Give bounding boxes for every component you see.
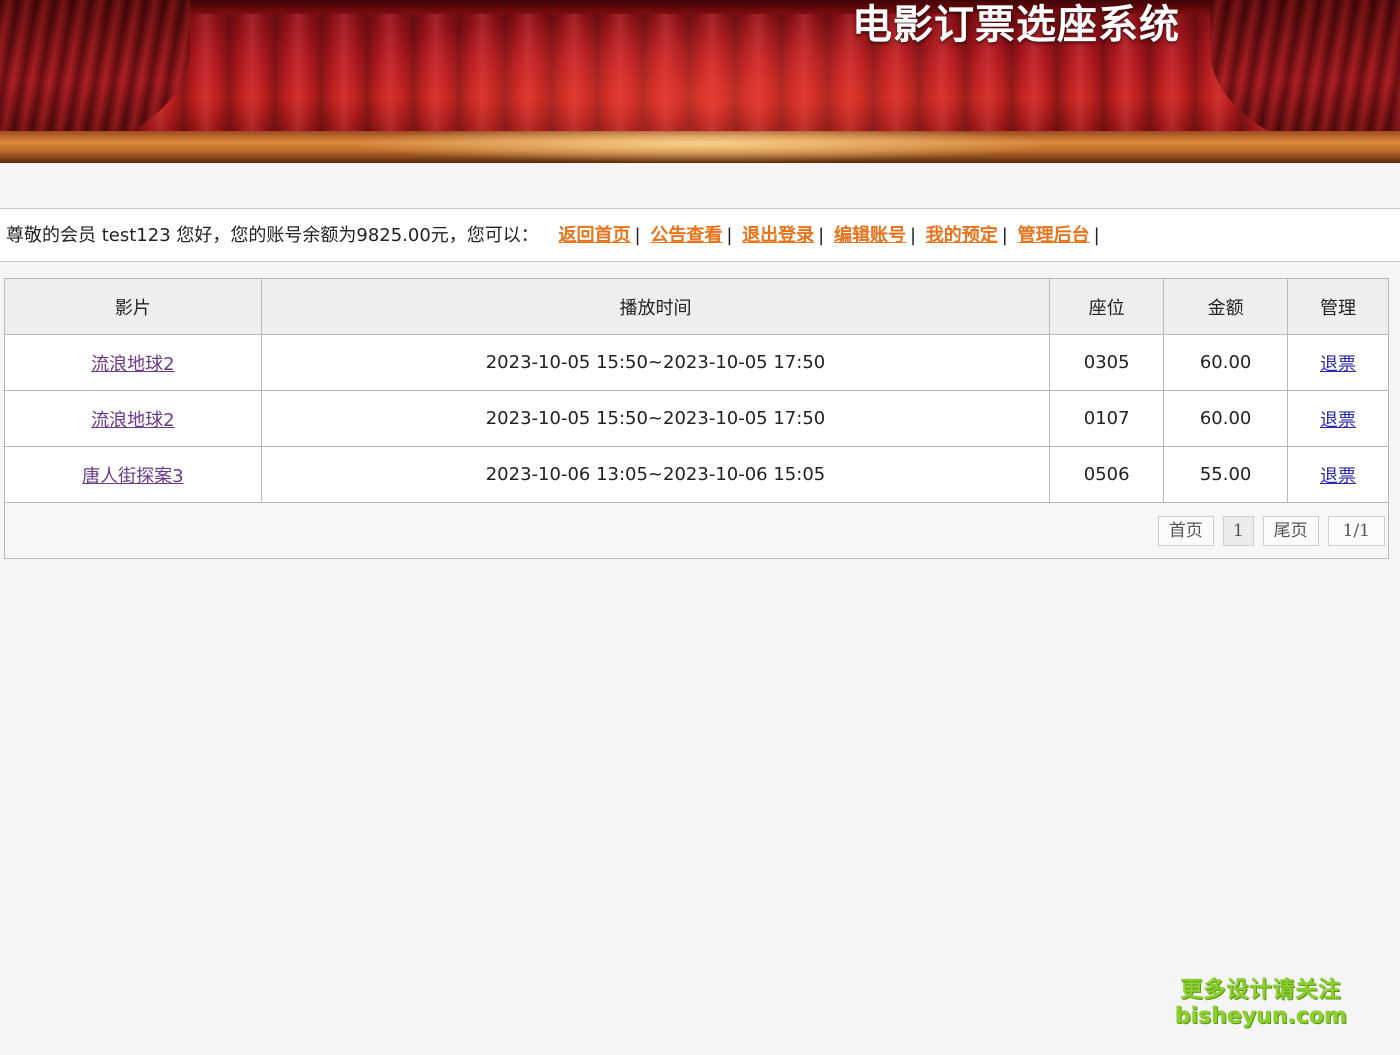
- seat-cell: 0305: [1049, 334, 1165, 391]
- welcome-bar: 尊敬的会员 test123 您好，您的账号余额为9825.00元，您可以： 返回…: [0, 208, 1400, 262]
- manage-cell: 退票: [1287, 334, 1389, 391]
- nav-link-edit-account[interactable]: 编辑账号: [834, 225, 906, 246]
- site-title: 电影订票选座系统: [852, 2, 1180, 48]
- movie-cell: 流浪地球2: [4, 334, 262, 391]
- nav-separator: |: [634, 225, 641, 246]
- nav-link-my-bookings[interactable]: 我的预定: [926, 225, 998, 246]
- seat-cell: 0107: [1049, 390, 1165, 447]
- seat-cell: 0506: [1049, 446, 1165, 503]
- curtain-valance: [0, 0, 1400, 14]
- pager-info: 1/1: [1327, 515, 1385, 546]
- column-header-manage: 管理: [1287, 278, 1389, 335]
- manage-cell: 退票: [1287, 446, 1389, 503]
- nav-link-logout[interactable]: 退出登录: [742, 225, 814, 246]
- refund-link[interactable]: 退票: [1320, 354, 1356, 375]
- refund-link[interactable]: 退票: [1320, 410, 1356, 431]
- nav-separator: |: [909, 225, 917, 246]
- table-row: 唐人街探案3 2023-10-06 13:05~2023-10-06 15:05…: [4, 446, 1389, 503]
- booking-table: 影片 播放时间 座位 金额 管理 流浪地球2 2023-10-05 15:50~…: [4, 278, 1389, 559]
- amount-cell: 60.00: [1163, 334, 1289, 391]
- nav-link-home[interactable]: 返回首页: [559, 225, 631, 246]
- movie-cell: 唐人街探案3: [4, 446, 262, 503]
- pager-last-button[interactable]: 尾页: [1262, 515, 1319, 546]
- refund-link[interactable]: 退票: [1320, 466, 1356, 487]
- pager-current-page[interactable]: 1: [1222, 515, 1254, 546]
- nav-separator: |: [1093, 225, 1100, 246]
- welcome-greeting: 尊敬的会员 test123 您好，您的账号余额为9825.00元，您可以：: [6, 225, 539, 246]
- column-header-showtime: 播放时间: [260, 278, 1051, 335]
- nav-separator: |: [1001, 225, 1008, 246]
- movie-cell: 流浪地球2: [4, 390, 262, 447]
- movie-link[interactable]: 唐人街探案3: [82, 466, 183, 487]
- manage-cell: 退票: [1287, 390, 1389, 447]
- showtime-cell: 2023-10-05 15:50~2023-10-05 17:50: [260, 334, 1051, 391]
- nav-separator: |: [818, 225, 825, 246]
- table-row: 流浪地球2 2023-10-05 15:50~2023-10-05 17:50 …: [4, 390, 1389, 447]
- header-banner: 电影订票选座系统: [0, 0, 1400, 163]
- watermark-line-1: 更多设计请关注: [1180, 978, 1342, 1003]
- amount-cell: 60.00: [1163, 390, 1289, 447]
- watermark-line-2: bisheyun.com: [1175, 1004, 1348, 1029]
- amount-cell: 55.00: [1163, 446, 1289, 503]
- showtime-cell: 2023-10-06 13:05~2023-10-06 15:05: [260, 446, 1051, 503]
- column-header-seat: 座位: [1049, 278, 1165, 335]
- pager-row: 首页 1 尾页 1/1: [4, 502, 1389, 559]
- column-header-amount: 金额: [1163, 278, 1289, 335]
- showtime-cell: 2023-10-05 15:50~2023-10-05 17:50: [260, 390, 1051, 447]
- nav-separator: |: [726, 225, 733, 246]
- pagination: 首页 1 尾页 1/1: [1149, 515, 1385, 546]
- movie-link[interactable]: 流浪地球2: [91, 410, 174, 431]
- column-header-movie: 影片: [4, 278, 262, 335]
- pager-first-button[interactable]: 首页: [1157, 515, 1214, 546]
- watermark: 更多设计请关注 bisheyun.com: [1175, 978, 1347, 1030]
- nav-link-admin[interactable]: 管理后台: [1018, 225, 1090, 246]
- table-row: 流浪地球2 2023-10-05 15:50~2023-10-05 17:50 …: [4, 334, 1389, 391]
- nav-link-notices[interactable]: 公告查看: [650, 225, 722, 246]
- pager-cell: 首页 1 尾页 1/1: [4, 502, 1389, 559]
- movie-link[interactable]: 流浪地球2: [91, 354, 174, 375]
- table-header-row: 影片 播放时间 座位 金额 管理: [4, 278, 1389, 335]
- stage-light: [350, 131, 1050, 163]
